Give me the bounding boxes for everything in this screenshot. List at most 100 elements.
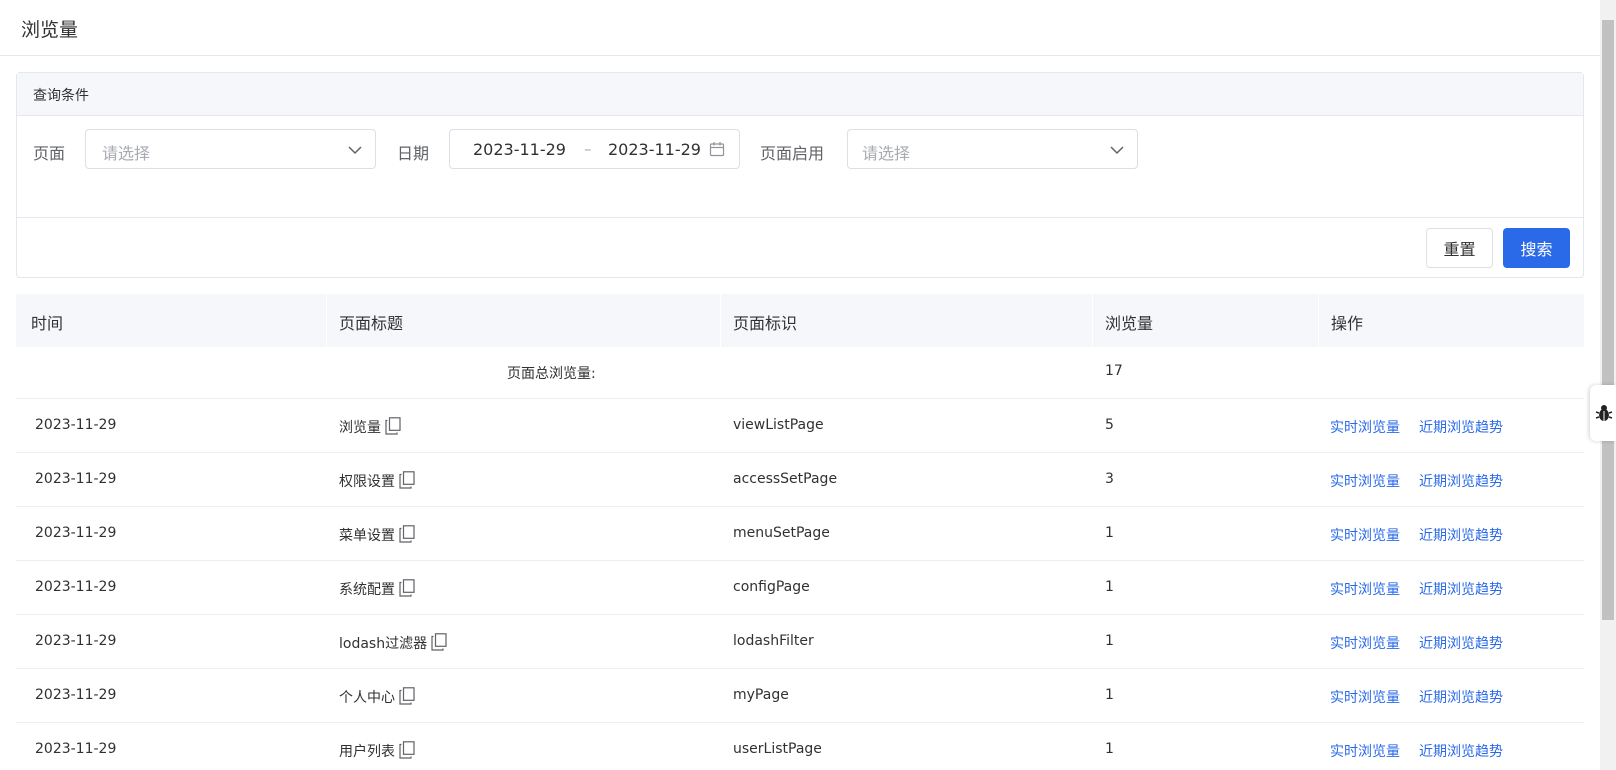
recent-trend-link[interactable]: 近期浏览趋势 (1419, 417, 1503, 437)
row-views: 1 (1105, 741, 1114, 757)
row-title-cell: 浏览量 (339, 417, 401, 437)
copy-icon[interactable] (385, 417, 401, 435)
copy-icon[interactable] (399, 579, 415, 597)
row-title-cell: 菜单设置 (339, 525, 415, 545)
row-title: 浏览量 (339, 420, 381, 436)
row-time: 2023-11-29 (35, 525, 117, 541)
row-time: 2023-11-29 (35, 633, 117, 649)
debug-tab[interactable] (1590, 385, 1616, 441)
row-time: 2023-11-29 (35, 579, 117, 595)
page-enabled-select[interactable]: 请选择 (847, 129, 1138, 169)
row-title-cell: 个人中心 (339, 687, 415, 707)
table-row: 2023-11-29 系统配置 configPage 1 实时浏览量 近期浏览趋势 (16, 561, 1584, 615)
table-row: 2023-11-29 lodash过滤器 lodashFilter 1 实时浏览量 近期浏… (16, 615, 1584, 669)
row-title: 系统配置 (339, 582, 395, 598)
column-header-time: 时间 (31, 314, 64, 333)
recent-trend-link[interactable]: 近期浏览趋势 (1419, 633, 1503, 653)
page-enabled-placeholder: 请选择 (862, 144, 911, 163)
row-time: 2023-11-29 (35, 471, 117, 487)
copy-icon[interactable] (399, 741, 415, 759)
row-title-cell: 用户列表 (339, 741, 415, 761)
row-title: 个人中心 (339, 690, 395, 706)
row-key: menuSetPage (733, 525, 830, 541)
realtime-views-link[interactable]: 实时浏览量 (1330, 741, 1400, 761)
date-end[interactable]: 2023-11-29 (608, 140, 701, 159)
realtime-views-link[interactable]: 实时浏览量 (1330, 633, 1400, 653)
row-key: userListPage (733, 741, 822, 757)
table-header: 时间 页面标题 页面标识 浏览量 操作 (16, 294, 1584, 347)
recent-trend-link[interactable]: 近期浏览趋势 (1419, 525, 1503, 545)
date-start[interactable]: 2023-11-29 (473, 140, 566, 159)
table-row: 2023-11-29 权限设置 accessSetPage 3 实时浏览量 近期浏览趋势 (16, 453, 1584, 507)
table-row: 2023-11-29 个人中心 myPage 1 实时浏览量 近期浏览趋势 (16, 669, 1584, 723)
row-views: 3 (1105, 471, 1114, 487)
query-form: 页面 请选择 日期 2023-11-29 – 2023-11-29 页面启用 请… (17, 129, 1583, 171)
chevron-down-icon (1110, 146, 1124, 155)
page-select[interactable]: 请选择 (85, 129, 376, 169)
row-time: 2023-11-29 (35, 687, 117, 703)
row-key: configPage (733, 579, 810, 595)
page-select-placeholder: 请选择 (102, 144, 151, 163)
date-label: 日期 (397, 144, 430, 163)
page-label: 页面 (33, 144, 66, 163)
query-card: 查询条件 页面 请选择 日期 2023-11-29 – 2023-11-29 页… (16, 72, 1584, 278)
recent-trend-link[interactable]: 近期浏览趋势 (1419, 579, 1503, 599)
row-views: 1 (1105, 579, 1114, 595)
recent-trend-link[interactable]: 近期浏览趋势 (1419, 471, 1503, 491)
query-card-title: 查询条件 (17, 73, 1583, 116)
copy-icon[interactable] (399, 471, 415, 489)
recent-trend-link[interactable]: 近期浏览趋势 (1419, 741, 1503, 761)
chevron-down-icon (348, 146, 362, 155)
row-title: 菜单设置 (339, 528, 395, 544)
realtime-views-link[interactable]: 实时浏览量 (1330, 417, 1400, 437)
search-button[interactable]: 搜索 (1503, 228, 1570, 268)
row-views: 1 (1105, 525, 1114, 541)
page-title: 浏览量 (21, 19, 79, 41)
date-separator: – (584, 140, 592, 158)
realtime-views-link[interactable]: 实时浏览量 (1330, 579, 1400, 599)
row-views: 1 (1105, 687, 1114, 703)
row-title-cell: 系统配置 (339, 579, 415, 599)
row-title-cell: lodash过滤器 (339, 633, 447, 653)
row-key: lodashFilter (733, 633, 814, 649)
row-title: 权限设置 (339, 474, 395, 490)
row-title: 用户列表 (339, 744, 395, 760)
summary-row: 页面总浏览量: 17 (16, 347, 1584, 399)
row-title-cell: 权限设置 (339, 471, 415, 491)
row-key: myPage (733, 687, 789, 703)
summary-label: 页面总浏览量: (507, 366, 596, 382)
card-divider (17, 217, 1583, 218)
recent-trend-link[interactable]: 近期浏览趋势 (1419, 687, 1503, 707)
date-range-picker[interactable]: 2023-11-29 – 2023-11-29 (449, 129, 740, 169)
summary-total: 17 (1105, 363, 1123, 379)
scrollbar-thumb[interactable] (1602, 20, 1614, 620)
calendar-icon (709, 142, 725, 157)
reset-button[interactable]: 重置 (1426, 228, 1493, 268)
copy-icon[interactable] (399, 525, 415, 543)
column-header-key: 页面标识 (733, 314, 798, 333)
column-header-views: 浏览量 (1105, 314, 1154, 333)
column-header-actions: 操作 (1331, 314, 1364, 333)
realtime-views-link[interactable]: 实时浏览量 (1330, 471, 1400, 491)
page: 浏览量 查询条件 页面 请选择 日期 2023-11-29 – 2023-11-… (0, 0, 1616, 770)
row-key: viewListPage (733, 417, 824, 433)
row-title: lodash过滤器 (339, 636, 428, 652)
views-table: 时间 页面标题 页面标识 浏览量 操作 页面总浏览量: 17 2023-11-2… (16, 294, 1584, 770)
table-row: 2023-11-29 菜单设置 menuSetPage 1 实时浏览量 近期浏览趋势 (16, 507, 1584, 561)
table-row: 2023-11-29 浏览量 viewListPage 5 实时浏览量 近期浏览趋势 (16, 399, 1584, 453)
page-header: 浏览量 (0, 0, 1600, 56)
row-views: 1 (1105, 633, 1114, 649)
column-divider (1318, 294, 1319, 347)
copy-icon[interactable] (399, 687, 415, 705)
table-row: 2023-11-29 用户列表 userListPage 1 实时浏览量 近期浏览趋势 (16, 723, 1584, 770)
column-divider (326, 294, 327, 347)
copy-icon[interactable] (431, 633, 447, 651)
realtime-views-link[interactable]: 实时浏览量 (1330, 687, 1400, 707)
bug-icon (1595, 405, 1613, 421)
realtime-views-link[interactable]: 实时浏览量 (1330, 525, 1400, 545)
page-enabled-label: 页面启用 (760, 144, 825, 163)
row-views: 5 (1105, 417, 1114, 433)
column-divider (720, 294, 721, 347)
column-divider (1092, 294, 1093, 347)
row-time: 2023-11-29 (35, 741, 117, 757)
